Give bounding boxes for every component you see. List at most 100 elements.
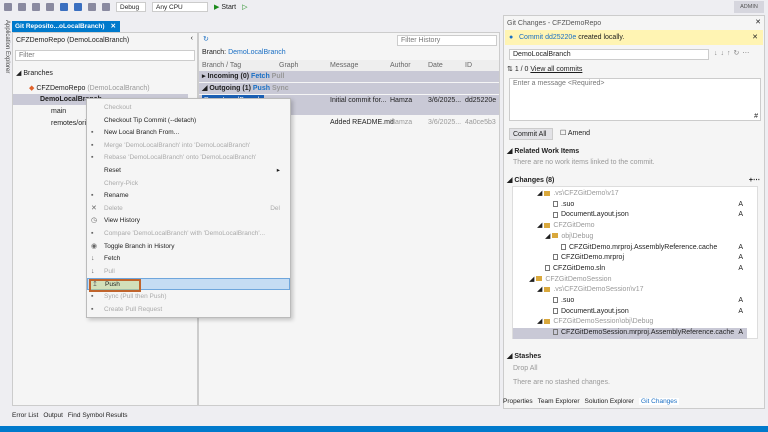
fetch-pull-push-icons[interactable]: ↓↓↑↻⋯ [714,49,752,57]
drop-all-button[interactable]: Drop All [504,363,764,374]
amend-checkbox[interactable]: ☐ Amend [560,129,590,137]
open-icon[interactable] [46,3,54,11]
undo-icon[interactable] [88,3,96,11]
menu-item-rebase-demolocalbranch-onto-demolocalbranch[interactable]: ▪ Rebase 'DemoLocalBranch' onto 'DemoLoca… [87,152,290,164]
menu-item-view-history[interactable]: ◷ View History [87,215,290,227]
menu-item-compare-demolocalbranch-with-demolocalbranch[interactable]: ▪ Compare 'DemoLocalBranch' with 'DemoLoc… [87,228,290,240]
tab-team-explorer[interactable]: Team Explorer [538,398,580,405]
rename-icon: ▪ [91,192,94,200]
collapse-icon[interactable]: ‹ [191,35,193,42]
tab-error-list[interactable]: Error List [12,412,38,419]
folder-item[interactable]: ◢ .vs\CFZGitDemoSession\v17 [513,285,747,296]
status-badge: A [738,211,743,219]
menu-item-checkout-tip-commit-detach[interactable]: Checkout Tip Commit (--detach) [87,115,290,127]
branch-filter-input[interactable]: Filter [15,50,195,61]
tab-git-repository[interactable]: Git Reposito...oLocalBranch) ✕ [12,21,120,32]
menu-item-rename[interactable]: ▪ Rename [87,190,290,202]
folder-item[interactable]: ◢ CFZGitDemo [513,221,747,232]
forward-icon[interactable] [18,3,26,11]
folder-item[interactable]: ◢ CFZGitDemoSession [513,275,747,286]
menu-item-pull[interactable]: ↓ Pull [87,266,290,278]
save-icon[interactable] [60,3,68,11]
changes-header[interactable]: ◢ Changes (8) +⋯ [504,175,764,186]
close-icon[interactable]: ✕ [111,21,116,32]
file-icon [553,254,558,261]
file-icon [553,307,558,314]
redo-icon[interactable] [102,3,110,11]
file-item[interactable]: DocumentLayout.json A [513,210,747,221]
status-badge: A [738,254,743,262]
menu-item-sync-pull-then-push[interactable]: ▪ Sync (Pull then Push) [87,291,290,303]
file-icon [553,297,558,304]
menu-item-cherry-pick[interactable]: Cherry-Pick [87,178,290,190]
menu-item-new-local-branch-from[interactable]: ▪ New Local Branch From... [87,127,290,139]
menu-item-toggle-branch-in-history[interactable]: ◉ Toggle Branch in History [87,241,290,253]
related-header[interactable]: ◢ Related Work Items [504,146,764,157]
file-icon [545,265,550,272]
user-badge[interactable]: ADMIN [734,1,764,13]
tab-git-changes[interactable]: Git Changes [639,398,680,405]
file-item[interactable]: CFZGitDemoSession.mrproj.AssemblyReferen… [513,328,747,339]
start-without-debug-icon[interactable]: ▷ [242,3,247,11]
filter-history-input[interactable]: Filter History [397,35,497,46]
file-item[interactable]: CFZGitDemo.mrproj A [513,253,747,264]
repo-title: CFZDemoRepo (DemoLocalBranch) [16,37,130,44]
new-project-icon[interactable] [32,3,40,11]
folder-item[interactable]: ◢ .vs\CFZGitDemo\v17 [513,189,747,200]
menu-item-reset[interactable]: Reset ▸ [87,165,290,177]
start-button[interactable]: ▶ Start [214,3,236,11]
refresh-icon[interactable]: ↻ [203,35,209,43]
back-icon[interactable] [4,3,12,11]
outgoing-group[interactable]: ◢ Outgoing (1) Push Sync [199,83,499,94]
status-bar [0,426,768,432]
menu-item-delete[interactable]: ✕ Delete Del [87,203,290,215]
hash-icon[interactable]: # [754,113,758,120]
branch-icon: ▪ [91,129,94,137]
close-icon[interactable]: ✕ [755,18,761,26]
tab-output[interactable]: Output [43,412,63,419]
application-explorer-tab[interactable]: Application Explorer [0,20,10,110]
save-all-icon[interactable] [74,3,82,11]
menu-item-fetch[interactable]: ↓ Fetch [87,253,290,265]
info-icon: ● [509,34,514,41]
file-item[interactable]: DocumentLayout.json A [513,307,747,318]
file-item[interactable]: CFZGitDemo.mrproj.AssemblyReference.cach… [513,243,747,254]
tab-find-symbol-results[interactable]: Find Symbol Results [68,412,128,419]
menu-item-checkout[interactable]: Checkout [87,102,290,114]
tab-title: Git Reposito...oLocalBranch) [15,23,105,30]
branches-header[interactable]: ◢ Branches [13,68,197,79]
stashes-header[interactable]: ◢ Stashes [504,351,764,362]
platform-dropdown[interactable]: Any CPU [152,2,208,12]
menu-item-push[interactable]: ↥ Push [87,278,290,293]
tab-properties[interactable]: Properties [503,398,533,405]
tab-solution-explorer[interactable]: Solution Explorer [585,398,635,405]
compare-icon: ▪ [91,230,94,237]
dismiss-icon[interactable]: ✕ [752,30,758,45]
incoming-group[interactable]: ▸ Incoming (0) Fetch Pull [199,71,499,82]
folder-icon [544,319,551,325]
commit-all-button[interactable]: Commit All [509,128,553,140]
menu-item-create-pull-request[interactable]: ▪ Create Pull Request [87,304,290,316]
delete-icon: ✕ [91,204,97,212]
file-item[interactable]: .suo A [513,200,747,211]
eye-icon: ◉ [91,242,98,250]
branch-line: Branch: DemoLocalBranch [202,49,286,56]
folder-icon [552,233,559,239]
menu-item-merge-demolocalbranch-into-demolocalbranch[interactable]: ▪ Merge 'DemoLocalBranch' into 'DemoLocal… [87,140,290,152]
column-headers: Branch / Tag Graph Message Author Date ID [199,60,499,71]
stage-all-icon[interactable]: +⋯ [749,175,760,186]
file-item[interactable]: CFZGitDemo.sln A [513,264,747,275]
status-badge: A [738,264,743,272]
folder-item[interactable]: ◢ obj\Debug [513,232,747,243]
folder-item[interactable]: ◢ CFZGitDemoSession\obj\Debug [513,317,747,328]
repo-node[interactable]: ◆ CFZDemoRepo (DemoLocalBranch) [13,83,197,94]
commit-message-input[interactable]: Enter a message <Required> [509,78,761,121]
branch-dropdown[interactable]: DemoLocalBranch [509,49,709,60]
submenu-arrow-icon: ▸ [276,167,280,174]
folder-icon [536,276,543,282]
branch-context-menu: Checkout Checkout Tip Commit (--detach) ▪ N… [86,98,291,318]
pull-request-icon: ▪ [91,305,94,313]
file-item[interactable]: .suo A [513,296,747,307]
sync-icon: ▪ [91,293,94,300]
config-dropdown[interactable]: Debug [116,2,146,12]
